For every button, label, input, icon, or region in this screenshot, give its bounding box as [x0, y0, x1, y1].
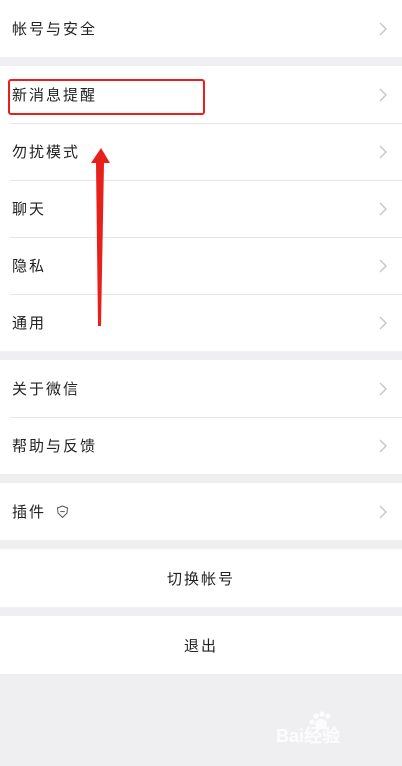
settings-item-plugins[interactable]: 插件 [0, 483, 402, 540]
chevron-right-icon [379, 258, 388, 273]
account-group: 帐号与安全 [0, 0, 402, 57]
settings-item-label: 插件 [12, 503, 47, 521]
settings-group-about: 关于微信 帮助与反馈 [0, 360, 402, 474]
watermark-text: Bai经验 [276, 725, 341, 746]
chevron-right-icon [379, 201, 388, 216]
chevron-right-icon [379, 381, 388, 396]
logout-label: 退出 [183, 636, 218, 655]
settings-item-new-message-notification[interactable]: 新消息提醒 [0, 66, 402, 123]
settings-item-do-not-disturb[interactable]: 勿扰模式 [0, 123, 402, 180]
settings-item-label: 聊天 [12, 200, 47, 218]
settings-item-label: 帐号与安全 [12, 20, 98, 38]
settings-item-label: 帮助与反馈 [12, 437, 98, 455]
settings-item-general[interactable]: 通用 [0, 294, 402, 351]
chevron-right-icon [379, 504, 388, 519]
settings-item-account-security[interactable]: 帐号与安全 [0, 0, 402, 57]
settings-item-label: 关于微信 [12, 380, 81, 398]
chevron-right-icon [379, 21, 388, 36]
switch-account-button[interactable]: 切换帐号 [0, 549, 402, 607]
settings-item-label: 隐私 [12, 257, 47, 275]
logout-button[interactable]: 退出 [0, 616, 402, 674]
shield-icon [56, 505, 69, 518]
settings-group-plugins: 插件 [0, 483, 402, 540]
baidu-watermark-logo: Bai经验 [276, 711, 341, 746]
settings-item-label: 新消息提醒 [12, 86, 98, 104]
settings-item-label: 勿扰模式 [12, 143, 81, 161]
chevron-right-icon [379, 144, 388, 159]
chevron-right-icon [379, 87, 388, 102]
settings-group-main: 新消息提醒 勿扰模式 聊天 隐私 通用 [0, 66, 402, 351]
settings-item-chat[interactable]: 聊天 [0, 180, 402, 237]
settings-item-about-wechat[interactable]: 关于微信 [0, 360, 402, 417]
settings-item-label: 通用 [12, 314, 47, 332]
settings-item-privacy[interactable]: 隐私 [0, 237, 402, 294]
switch-account-label: 切换帐号 [166, 569, 235, 588]
chevron-right-icon [379, 438, 388, 453]
chevron-right-icon [379, 315, 388, 330]
settings-item-help-feedback[interactable]: 帮助与反馈 [0, 417, 402, 474]
